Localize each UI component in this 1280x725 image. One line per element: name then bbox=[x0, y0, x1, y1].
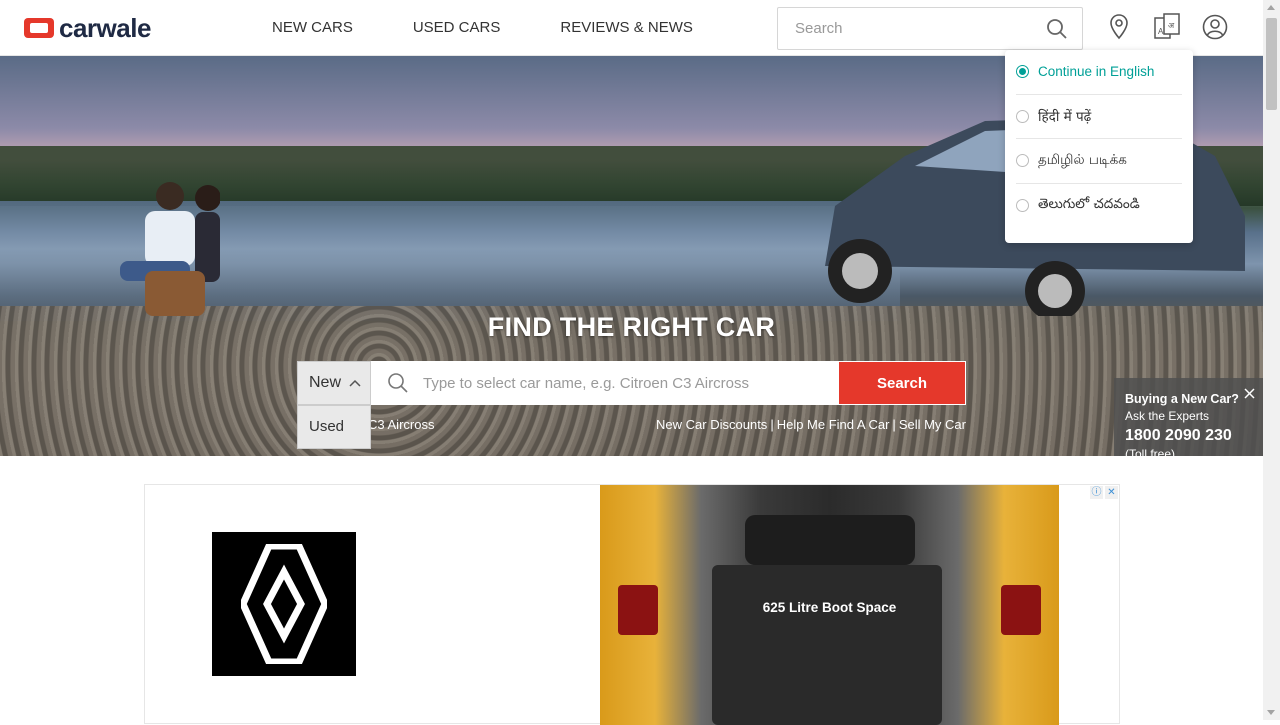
lang-option-label: Continue in English bbox=[1038, 64, 1155, 80]
page-scrollbar[interactable] bbox=[1263, 0, 1280, 720]
nav-new-cars[interactable]: NEW CARS bbox=[272, 0, 353, 56]
svg-text:अ: अ bbox=[1168, 21, 1175, 30]
scroll-thumb[interactable] bbox=[1266, 18, 1277, 110]
car-type-select[interactable]: New bbox=[297, 361, 371, 405]
ask-experts-heading: Buying a New Car? bbox=[1125, 392, 1239, 406]
car-type-value: New bbox=[309, 374, 342, 391]
logo-mark-icon bbox=[24, 18, 54, 38]
ask-experts-sub: Ask the Experts bbox=[1125, 409, 1210, 423]
scroll-up-arrow-icon[interactable] bbox=[1267, 5, 1275, 10]
radio-icon bbox=[1016, 199, 1029, 213]
lang-option-tamil[interactable]: தமிழில் படிக்க bbox=[1016, 139, 1182, 184]
nav-reviews-news[interactable]: REVIEWS & NEWS bbox=[560, 0, 693, 56]
sell-my-car-link[interactable]: Sell My Car bbox=[899, 417, 966, 432]
header-search bbox=[777, 7, 1083, 50]
ad-seats-shape bbox=[745, 515, 915, 565]
ad-car-image: 625 Litre Boot Space bbox=[600, 485, 1059, 725]
language-icon[interactable]: Aअ bbox=[1154, 13, 1180, 46]
lang-option-label: हिंदी में पढ़ें bbox=[1038, 109, 1092, 126]
ad-info-icon[interactable]: ⓘ bbox=[1090, 486, 1103, 499]
lang-option-label: తెలుగులో చదవండి bbox=[1038, 196, 1140, 213]
lang-option-english[interactable]: Continue in English bbox=[1016, 50, 1182, 95]
car-name-input[interactable] bbox=[421, 363, 821, 403]
logo-text: carwale bbox=[59, 12, 151, 43]
hero-title: FIND THE RIGHT CAR bbox=[487, 312, 776, 342]
renault-logo bbox=[212, 532, 356, 676]
toll-free-note: (Toll free) bbox=[1125, 447, 1176, 456]
lang-option-telugu[interactable]: తెలుగులో చదవండి bbox=[1016, 184, 1182, 229]
scroll-down-arrow-icon[interactable] bbox=[1267, 710, 1275, 715]
hero-search-button[interactable]: Search bbox=[838, 361, 966, 405]
site-header: carwale NEW CARS USED CARS REVIEWS & NEW… bbox=[0, 0, 1263, 56]
nav-used-cars[interactable]: USED CARS bbox=[413, 0, 501, 56]
help-me-find-car-link[interactable]: Help Me Find A Car bbox=[777, 417, 890, 432]
link-separator: | bbox=[770, 417, 774, 432]
header-search-input[interactable] bbox=[793, 8, 1033, 49]
toll-free-number[interactable]: 1800 2090 230 bbox=[1125, 427, 1252, 445]
car-name-field bbox=[371, 361, 838, 405]
couple-illustration bbox=[120, 182, 220, 316]
chevron-up-icon bbox=[349, 374, 361, 392]
carwale-logo[interactable]: carwale bbox=[24, 12, 151, 43]
ask-experts-box: Buying a New Car? Ask the Experts 1800 2… bbox=[1114, 378, 1263, 456]
hero-quick-links: New Car Discounts | Help Me Find A Car | Sel… bbox=[656, 417, 966, 432]
lang-option-hindi[interactable]: हिंदी में पढ़ें bbox=[1016, 95, 1182, 139]
ad-close-icon[interactable]: ✕ bbox=[1105, 486, 1118, 499]
search-icon bbox=[387, 372, 409, 399]
language-menu: Continue in English हिंदी में पढ़ें தமிழ… bbox=[1005, 50, 1193, 243]
link-separator: | bbox=[892, 417, 896, 432]
close-icon[interactable] bbox=[1244, 386, 1255, 404]
radio-icon bbox=[1016, 109, 1029, 123]
car-type-option-used[interactable]: Used bbox=[297, 405, 371, 449]
radio-icon bbox=[1016, 154, 1029, 168]
svg-text:A: A bbox=[1158, 27, 1164, 36]
search-icon[interactable] bbox=[1046, 18, 1068, 45]
ad-choices: ⓘ ✕ bbox=[1090, 486, 1118, 499]
ad-caption: 625 Litre Boot Space bbox=[762, 600, 897, 615]
lang-option-label: தமிழில் படிக்க bbox=[1038, 151, 1127, 168]
radio-selected-icon bbox=[1016, 65, 1029, 79]
main-nav: NEW CARS USED CARS REVIEWS & NEWS bbox=[272, 0, 753, 56]
ad-boot-shape bbox=[712, 565, 942, 725]
car-search-bar: New Search bbox=[297, 361, 966, 405]
location-icon[interactable] bbox=[1109, 14, 1129, 45]
new-car-discounts-link[interactable]: New Car Discounts bbox=[656, 417, 767, 432]
hero-left-link[interactable]: C3 Aircross bbox=[368, 417, 434, 432]
account-icon[interactable] bbox=[1202, 14, 1228, 45]
advertisement[interactable]: 625 Litre Boot Space ⓘ ✕ bbox=[144, 484, 1120, 725]
